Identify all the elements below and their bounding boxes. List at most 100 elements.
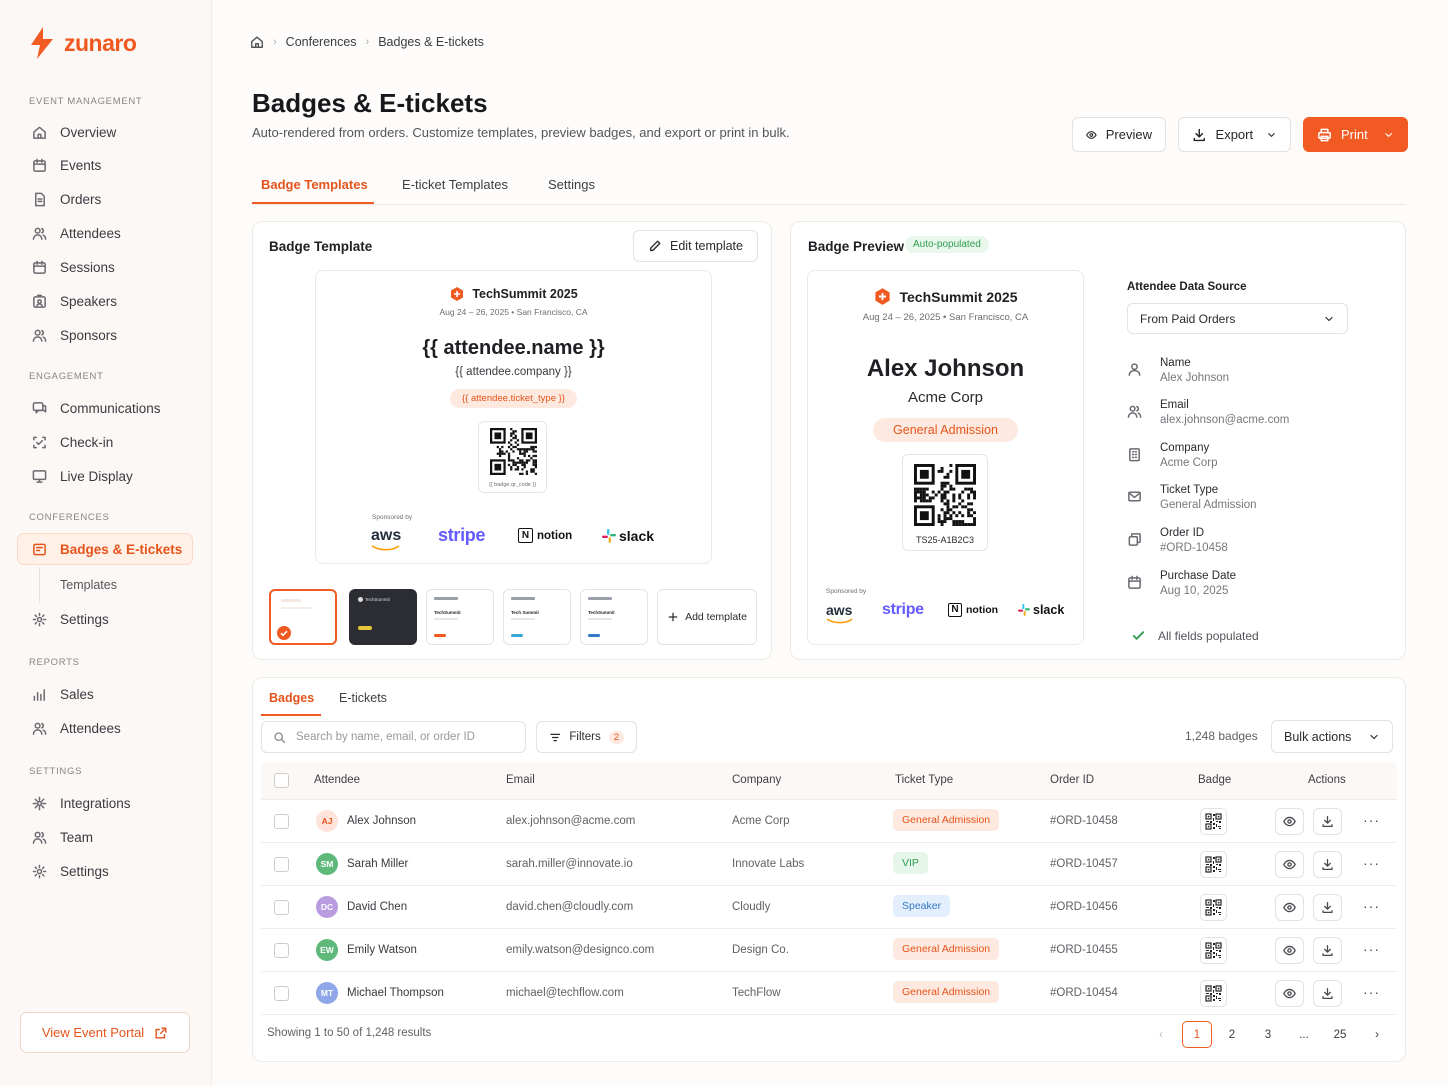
template-thumbnail-4[interactable]: Tech Summit [503, 589, 571, 645]
sidebar-item-overview[interactable]: Overview [32, 121, 116, 143]
column-attendee[interactable]: Attendee [314, 774, 360, 786]
sidebar-item-settings[interactable]: Settings [32, 860, 109, 882]
tab-settings[interactable]: Settings [548, 177, 595, 192]
preview-button[interactable]: Preview [1072, 117, 1166, 152]
tab-badges[interactable]: Badges [269, 691, 314, 705]
tab-badge-templates[interactable]: Badge Templates [261, 177, 368, 192]
sidebar-item-integrations[interactable]: Integrations [32, 792, 131, 814]
table-row[interactable]: DC David Chen david.chen@cloudly.com Clo… [261, 886, 1397, 929]
edit-template-button[interactable]: Edit template [633, 230, 758, 262]
sidebar-item-attendees[interactable]: Attendees [32, 222, 121, 244]
preview-badge-button[interactable] [1275, 808, 1304, 835]
attendee-name[interactable]: Alex Johnson [347, 815, 416, 827]
brand-logo[interactable]: zunaro [28, 26, 137, 60]
order-id[interactable]: #ORD-10457 [1050, 858, 1118, 870]
sidebar-item-report-attendees[interactable]: Attendees [32, 717, 121, 739]
row-checkbox[interactable] [274, 857, 289, 872]
row-checkbox[interactable] [274, 943, 289, 958]
template-thumbnail-5[interactable]: TechSummit [580, 589, 648, 645]
add-template-button[interactable]: Add template [657, 589, 757, 645]
sidebar-item-conference-settings[interactable]: Settings [32, 608, 109, 630]
badge-qr-thumbnail[interactable] [1200, 851, 1227, 878]
badge-qr-thumbnail[interactable] [1200, 980, 1227, 1007]
more-actions-icon[interactable]: ··· [1363, 984, 1380, 1000]
preview-badge-button[interactable] [1275, 937, 1304, 964]
search-icon [274, 731, 286, 743]
template-thumbnail-selected[interactable] [269, 589, 337, 645]
sidebar-item-badges-e-tickets[interactable]: Badges & E-tickets [32, 538, 182, 560]
template-thumbnail-3[interactable]: TechSummit [426, 589, 494, 645]
attendee-name[interactable]: Sarah Miller [347, 858, 408, 870]
breadcrumb-conferences[interactable]: Conferences [286, 35, 357, 49]
order-id[interactable]: #ORD-10458 [1050, 815, 1118, 827]
select-all-checkbox[interactable] [274, 773, 289, 788]
table-row[interactable]: EW Emily Watson emily.watson@designco.co… [261, 929, 1397, 972]
pagination-page-1[interactable]: 1 [1182, 1021, 1212, 1048]
row-checkbox[interactable] [274, 900, 289, 915]
more-actions-icon[interactable]: ··· [1363, 855, 1380, 871]
more-actions-icon[interactable]: ··· [1363, 898, 1380, 914]
order-id[interactable]: #ORD-10455 [1050, 944, 1118, 956]
sidebar-item-orders[interactable]: Orders [32, 188, 101, 210]
sidebar-item-speakers[interactable]: Speakers [32, 290, 117, 312]
sidebar-item-sponsors[interactable]: Sponsors [32, 324, 117, 346]
more-actions-icon[interactable]: ··· [1363, 941, 1380, 957]
badge-template-canvas[interactable]: TechSummit 2025 Aug 24 – 26, 2025 • San … [315, 270, 712, 564]
sidebar-item-check-in[interactable]: Check-in [32, 431, 113, 453]
table-row[interactable]: SM Sarah Miller sarah.miller@innovate.io… [261, 843, 1397, 886]
download-badge-button[interactable] [1313, 808, 1342, 835]
row-checkbox[interactable] [274, 986, 289, 1001]
sidebar-item-events[interactable]: Events [32, 154, 101, 176]
row-checkbox[interactable] [274, 814, 289, 829]
tab-e-tickets[interactable]: E-tickets [339, 691, 387, 705]
pagination-page-2[interactable]: 2 [1217, 1021, 1247, 1048]
preview-badge-button[interactable] [1275, 980, 1304, 1007]
export-button[interactable]: Export [1178, 117, 1291, 152]
qr-code-icon [914, 464, 976, 526]
preview-badge-button[interactable] [1275, 894, 1304, 921]
sidebar-item-team[interactable]: Team [32, 826, 93, 848]
all-fields-status: All fields populated [1131, 628, 1259, 643]
print-button[interactable]: Print [1303, 117, 1408, 152]
sidebar-item-sales[interactable]: Sales [32, 683, 94, 705]
order-id[interactable]: #ORD-10456 [1050, 901, 1118, 913]
more-actions-icon[interactable]: ··· [1363, 812, 1380, 828]
pagination-prev[interactable]: ‹ [1146, 1021, 1176, 1048]
column-ticket-type[interactable]: Ticket Type [895, 774, 953, 786]
sidebar-item-communications[interactable]: Communications [32, 397, 161, 419]
attendee-name[interactable]: David Chen [347, 901, 407, 913]
data-source-select[interactable]: From Paid Orders [1127, 303, 1348, 334]
table-row[interactable]: AJ Alex Johnson alex.johnson@acme.com Ac… [261, 800, 1397, 843]
download-badge-button[interactable] [1313, 937, 1342, 964]
pagination-page-25[interactable]: 25 [1325, 1021, 1355, 1048]
pagination-next[interactable]: › [1362, 1021, 1392, 1048]
badge-qr-thumbnail[interactable] [1200, 937, 1227, 964]
template-thumbnail-dark[interactable]: TechSummit [349, 589, 417, 645]
view-event-portal-button[interactable]: View Event Portal [20, 1012, 190, 1053]
pagination-page-3[interactable]: 3 [1253, 1021, 1283, 1048]
column-order-id[interactable]: Order ID [1050, 774, 1094, 786]
badge-qr-thumbnail[interactable] [1200, 894, 1227, 921]
tab-e-ticket-templates[interactable]: E-ticket Templates [402, 177, 508, 192]
filters-button[interactable]: Filters 2 [536, 721, 637, 753]
bulk-actions-dropdown[interactable]: Bulk actions [1271, 720, 1393, 753]
download-badge-button[interactable] [1313, 894, 1342, 921]
badge-qr-thumbnail[interactable] [1200, 808, 1227, 835]
column-company[interactable]: Company [732, 774, 781, 786]
download-badge-button[interactable] [1313, 851, 1342, 878]
order-id[interactable]: #ORD-10454 [1050, 987, 1118, 999]
download-badge-button[interactable] [1313, 980, 1342, 1007]
sidebar-item-sessions[interactable]: Sessions [32, 256, 115, 278]
attendee-company-token: {{ attendee.company }} [455, 366, 572, 378]
preview-badge-button[interactable] [1275, 851, 1304, 878]
table-row[interactable]: MT Michael Thompson michael@techflow.com… [261, 972, 1397, 1015]
attendee-name[interactable]: Michael Thompson [347, 987, 444, 999]
sidebar-item-templates[interactable]: Templates [60, 574, 117, 596]
qr-code-token: {{ badge.qr_code }} [488, 482, 537, 488]
home-icon[interactable] [250, 35, 264, 49]
attendee-name[interactable]: Emily Watson [347, 944, 417, 956]
ticket-type-badge: General Admission [873, 418, 1018, 442]
search-input[interactable]: Search by name, email, or order ID [261, 721, 526, 753]
column-email[interactable]: Email [506, 774, 535, 786]
sidebar-item-live-display[interactable]: Live Display [32, 465, 133, 487]
